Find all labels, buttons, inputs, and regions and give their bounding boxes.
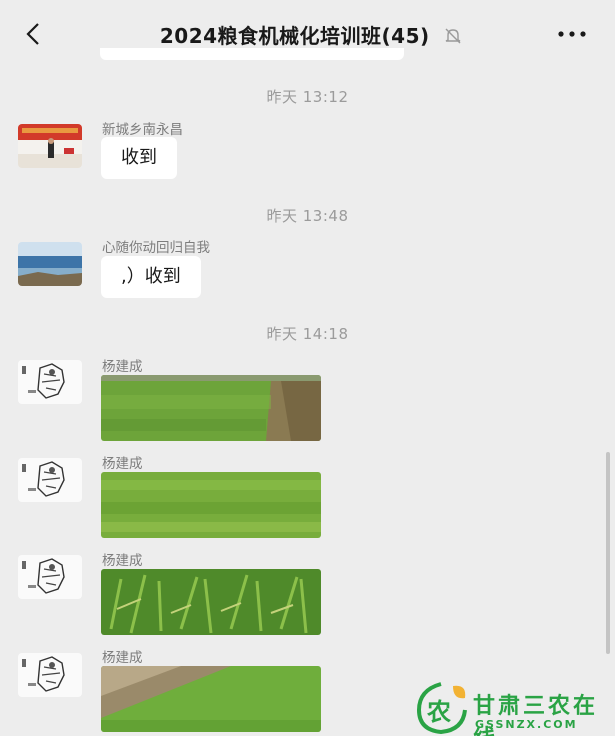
image-message[interactable] [101, 569, 321, 635]
image-message[interactable] [101, 666, 321, 732]
avatar[interactable] [18, 242, 82, 286]
timestamp: 昨天 13:48 [266, 207, 349, 225]
avatar[interactable] [18, 555, 82, 599]
avatar[interactable] [18, 653, 82, 697]
timestamp: 昨天 14:18 [266, 325, 349, 343]
sender-name: 新城乡南永昌 [102, 122, 183, 138]
leaf-logo-icon: 农 [416, 682, 467, 735]
avatar[interactable] [18, 458, 82, 502]
chat-title-row: 2024粮食机械化培训班(45) [0, 20, 615, 49]
timestamp: 昨天 13:12 [266, 88, 349, 106]
chat-title: 2024粮食机械化培训班(45) [159, 24, 430, 48]
message-bubble[interactable]: ,）收到 [101, 256, 201, 298]
image-message[interactable] [101, 375, 321, 441]
avatar[interactable] [18, 124, 82, 168]
watermark-logo: 农 甘肃三农在线 GSSNZX.COM [413, 680, 615, 736]
sender-name: 杨建成 [102, 359, 143, 375]
sender-name: 心随你动回归自我 [102, 240, 210, 256]
image-message[interactable] [101, 472, 321, 538]
previous-message-bubble[interactable] [100, 48, 404, 60]
muted-bell-icon [445, 28, 461, 44]
sender-name: 杨建成 [102, 650, 143, 666]
svg-text:农: 农 [426, 697, 451, 726]
message-bubble[interactable]: 收到 [101, 137, 177, 179]
watermark-domain: GSSNZX.COM [475, 718, 578, 731]
avatar[interactable] [18, 360, 82, 404]
scrollbar[interactable] [606, 452, 610, 654]
sender-name: 杨建成 [102, 553, 143, 569]
more-dots-icon[interactable] [555, 22, 589, 46]
sender-name: 杨建成 [102, 456, 143, 472]
